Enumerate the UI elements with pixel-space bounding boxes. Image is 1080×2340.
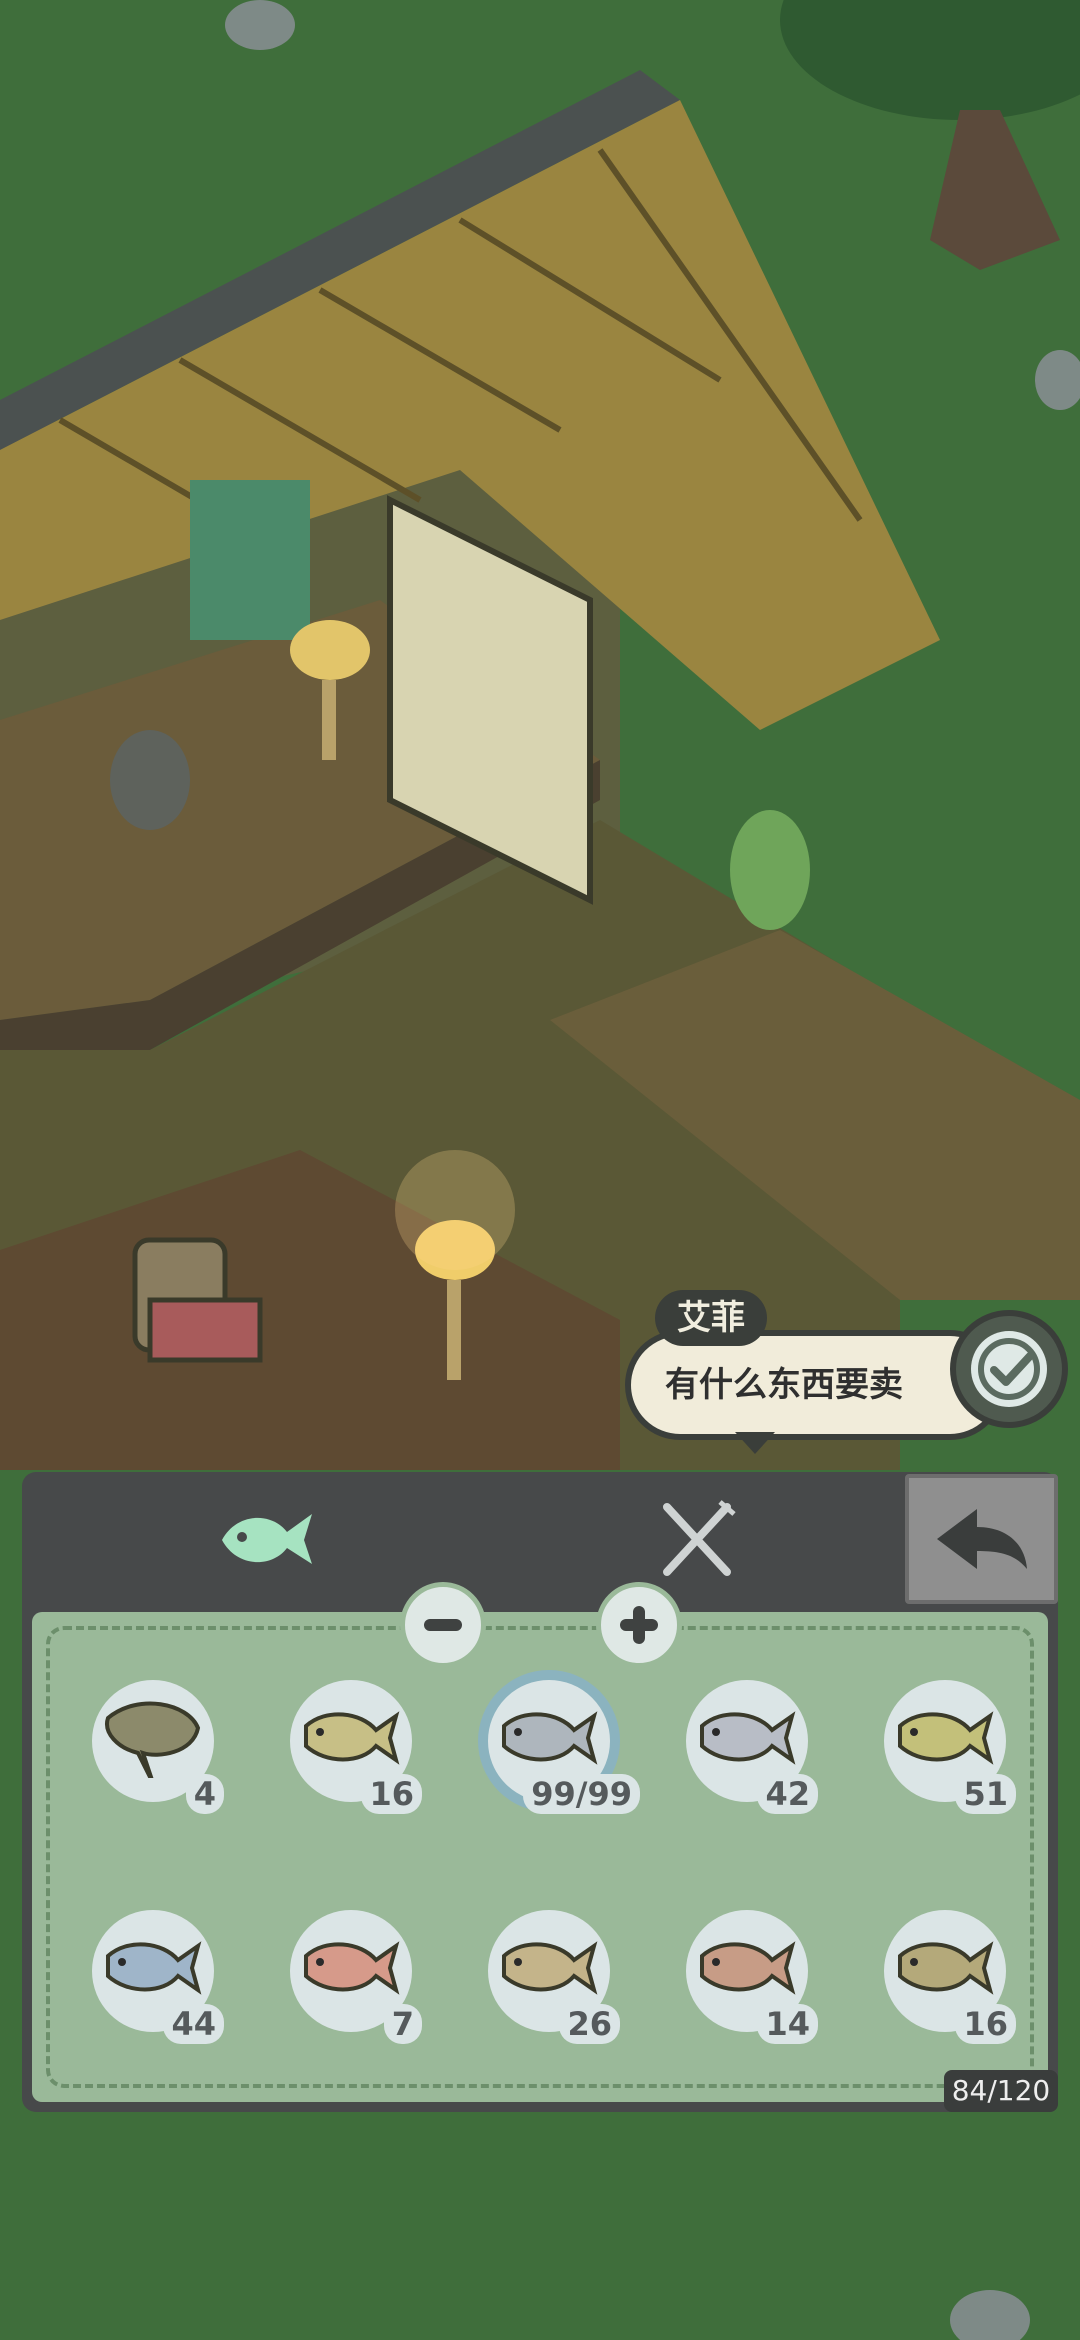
- fish-icon: [502, 1941, 598, 1995]
- item-count: 16: [955, 2004, 1016, 2044]
- inventory-capacity: 84/120: [944, 2070, 1058, 2112]
- fork-knife-icon: [663, 1500, 736, 1576]
- inventory-slot[interactable]: 16: [872, 1898, 1022, 2048]
- fish-icon: [106, 1941, 202, 1995]
- decrease-button[interactable]: [400, 1582, 486, 1668]
- fish-icon: [700, 1711, 796, 1765]
- back-button[interactable]: [905, 1474, 1058, 1604]
- inventory-slot[interactable]: 99/99: [476, 1668, 646, 1818]
- fish-icon: [502, 1711, 598, 1765]
- inventory-slot[interactable]: 14: [674, 1898, 824, 2048]
- confirm-button[interactable]: [950, 1310, 1068, 1428]
- dialog-text: 有什么东西要卖: [625, 1330, 1005, 1440]
- item-count: 99/99: [523, 1774, 640, 1814]
- inventory-slot[interactable]: 51: [872, 1668, 1022, 1818]
- item-count: 42: [757, 1774, 818, 1814]
- item-count: 26: [559, 2004, 620, 2044]
- item-count: 44: [163, 2004, 224, 2044]
- npc-speech-bubble: 有什么东西要卖 艾菲: [625, 1290, 1075, 1454]
- item-count: 51: [955, 1774, 1016, 1814]
- check-circle-icon: [971, 1331, 1047, 1407]
- inventory-slot[interactable]: 44: [80, 1898, 230, 2048]
- back-arrow-icon: [936, 1509, 1027, 1569]
- fish-icon: [898, 1711, 994, 1765]
- fish-icon: [700, 1941, 796, 1995]
- fish-icon: [898, 1941, 994, 1995]
- fish-icon: [304, 1711, 400, 1765]
- inventory-slot[interactable]: 16: [278, 1668, 428, 1818]
- npc-name: 艾菲: [655, 1290, 767, 1346]
- item-count: 4: [185, 1774, 224, 1814]
- bubble-tail: [735, 1432, 775, 1454]
- inventory-slot[interactable]: 4: [80, 1668, 230, 1818]
- inventory-slot[interactable]: 42: [674, 1668, 824, 1818]
- tab-fish[interactable]: [212, 1492, 322, 1582]
- item-count: 14: [757, 2004, 818, 2044]
- tab-food[interactable]: [642, 1492, 752, 1582]
- trout-icon: [304, 1941, 400, 1995]
- item-count: 16: [361, 1774, 422, 1814]
- increase-button[interactable]: [596, 1582, 682, 1668]
- inventory-slot[interactable]: 26: [476, 1898, 626, 2048]
- item-count: 7: [383, 2004, 422, 2044]
- minus-icon: [424, 1619, 462, 1631]
- inventory-slot[interactable]: 7: [278, 1898, 428, 2048]
- stingray-icon: [105, 1701, 201, 1778]
- plus-icon: [620, 1606, 658, 1644]
- fish-icon: [222, 1514, 312, 1564]
